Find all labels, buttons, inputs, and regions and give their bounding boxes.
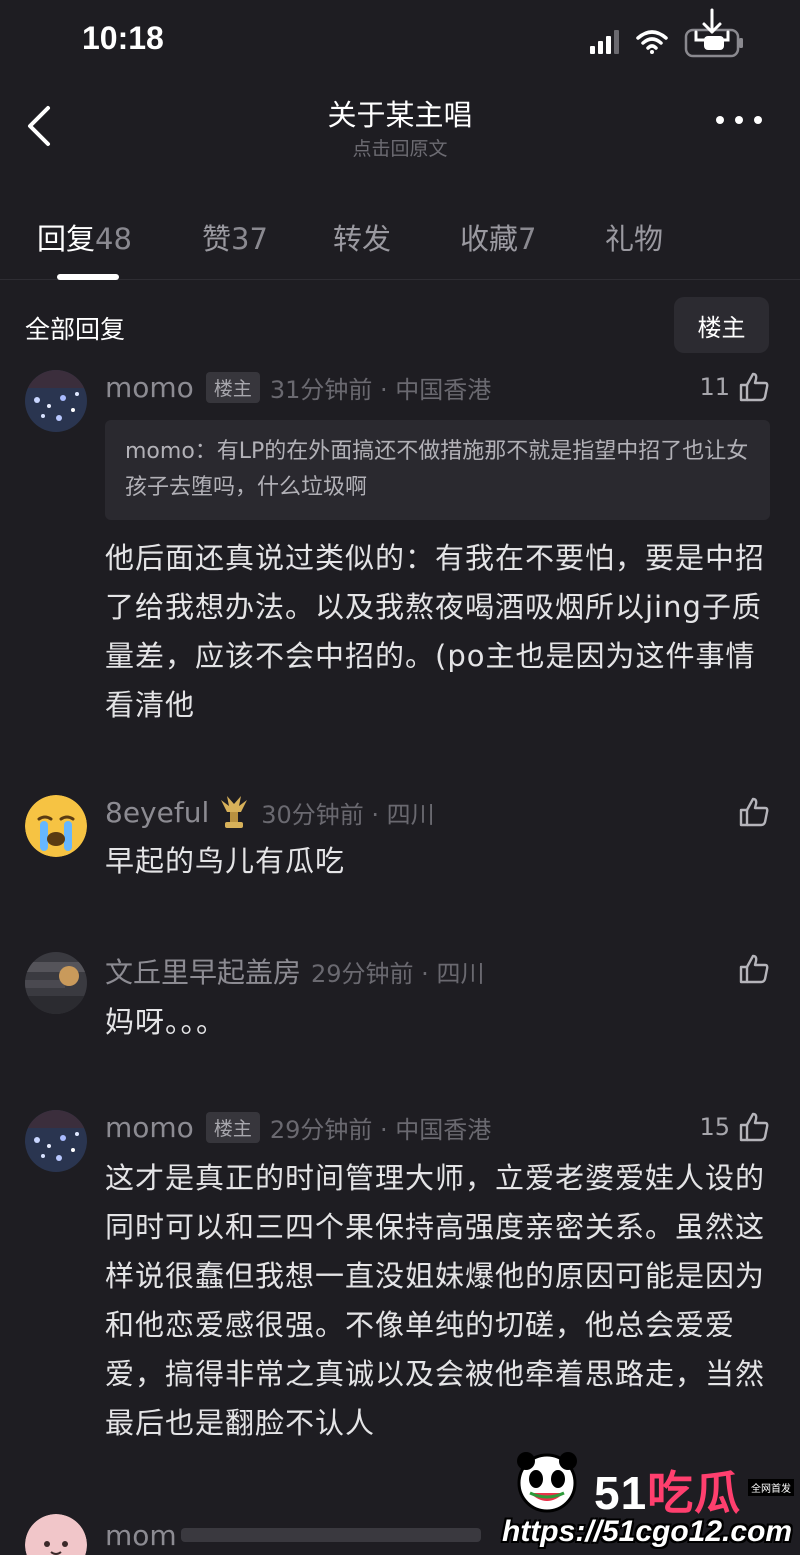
quoted-reply[interactable]: momo：有LP的在外面搞还不做措施那不就是指望中招了也让女孩子去堕吗，什么垃圾… xyxy=(105,420,770,520)
tab-count: 48 xyxy=(95,222,132,256)
comment-author[interactable]: mom xyxy=(105,1519,177,1552)
comment-author[interactable]: 文丘里早起盖房 xyxy=(105,951,301,991)
comment-header: 文丘里早起盖房 29分钟前 · 四川 xyxy=(105,951,485,991)
thumbs-up-icon xyxy=(739,372,769,402)
tab-label: 礼物 xyxy=(605,222,664,256)
avatar-image xyxy=(25,1514,87,1555)
tab-likes[interactable]: 赞37 xyxy=(202,216,268,258)
comment-meta: 29分钟前 · 中国香港 xyxy=(269,1115,492,1144)
back-to-original-link[interactable]: 点击回原文 xyxy=(0,134,800,161)
comment-text: 他后面还真说过类似的：有我在不要怕，要是中招了给我想办法。以及我熬夜喝酒吸烟所以… xyxy=(105,541,766,722)
status-icons xyxy=(590,8,744,58)
status-bar: 10:18 xyxy=(0,0,800,80)
thumbs-up-icon xyxy=(739,954,769,984)
watermark-url: https://51cgo12.com xyxy=(502,1515,793,1548)
like-button[interactable] xyxy=(730,952,770,986)
panda-mascot-icon xyxy=(517,1452,577,1513)
comment-header: momo 楼主 31分钟前 · 中国香港 xyxy=(105,370,491,404)
tab-bar: 回复48 赞37 转发 收藏7 礼物 xyxy=(0,210,800,280)
status-time: 10:18 xyxy=(82,20,164,56)
comment-meta: 30分钟前 · 四川 xyxy=(261,800,435,829)
section-title: 全部回复 xyxy=(25,315,126,344)
tab-count: 7 xyxy=(518,222,537,256)
comment-author[interactable]: momo xyxy=(105,1111,194,1144)
op-only-filter-button[interactable]: 楼主 xyxy=(674,297,769,353)
trophy-badge-icon xyxy=(221,796,248,828)
avatar[interactable] xyxy=(25,952,87,1014)
more-dot-icon xyxy=(735,116,743,124)
tab-reposts[interactable]: 转发 xyxy=(333,216,391,258)
active-tab-indicator xyxy=(57,274,119,280)
comment-header: 8eyeful 30分钟前 · 四川 xyxy=(105,795,435,829)
watermark-logo-text: 吃瓜 xyxy=(647,1467,742,1519)
comment-meta: 29分钟前 · 四川 xyxy=(311,959,485,988)
comment-header: momo 楼主 29分钟前 · 中国香港 xyxy=(105,1110,491,1144)
avatar[interactable] xyxy=(25,1514,87,1555)
blurred-text-icon xyxy=(180,1528,481,1542)
crying-face-icon xyxy=(25,795,87,857)
like-button[interactable]: 15 xyxy=(699,1110,770,1144)
like-button[interactable] xyxy=(730,795,770,829)
avatar-image xyxy=(25,1110,87,1172)
wifi-icon xyxy=(636,30,668,54)
watermark: 51吃瓜 全网首发 https://51cgo12.com xyxy=(494,1452,794,1549)
like-count: 15 xyxy=(699,1113,730,1141)
avatar[interactable] xyxy=(25,370,87,432)
more-dot-icon xyxy=(716,116,724,124)
more-dot-icon xyxy=(754,116,762,124)
tab-gifts[interactable]: 礼物 xyxy=(605,216,663,258)
comment-author[interactable]: momo xyxy=(105,371,194,404)
avatar-image xyxy=(25,370,87,432)
navigation-bar: 关于某主唱 点击回原文 xyxy=(0,80,800,180)
avatar-image xyxy=(25,952,87,1014)
tab-favorites[interactable]: 收藏7 xyxy=(460,216,536,258)
comment-author[interactable]: 8eyeful xyxy=(105,796,209,829)
like-button[interactable]: 11 xyxy=(699,370,770,404)
comment-text: 妈呀。。。 xyxy=(105,1005,227,1039)
watermark-logo-number: 51 xyxy=(594,1467,648,1519)
op-badge: 楼主 xyxy=(205,371,260,403)
comment-text: 早起的鸟儿有瓜吃 xyxy=(105,844,346,878)
like-count: 11 xyxy=(699,373,730,401)
page-title: 关于某主唱 xyxy=(327,98,473,132)
comment-text: 这才是真正的时间管理大师，立爱老婆爱娃人设的同时可以和三四个果保持高强度亲密关系… xyxy=(105,1161,766,1440)
battery-download-icon xyxy=(684,8,743,58)
thumbs-up-icon xyxy=(739,797,769,827)
tab-replies[interactable]: 回复48 xyxy=(37,216,132,258)
tab-count: 37 xyxy=(231,222,268,256)
watermark-tag: 全网首发 xyxy=(748,1479,794,1496)
tab-label: 收藏 xyxy=(460,222,519,256)
comment-meta: 31分钟前 · 中国香港 xyxy=(269,375,492,404)
avatar[interactable] xyxy=(25,795,87,857)
tab-label: 回复 xyxy=(37,222,96,256)
avatar[interactable] xyxy=(25,1110,87,1172)
more-options-button[interactable] xyxy=(716,110,762,130)
tab-label: 赞 xyxy=(202,222,232,256)
comment-header: mom xyxy=(105,1518,481,1552)
cellular-signal-icon xyxy=(590,30,619,54)
thumbs-up-icon xyxy=(739,1112,769,1142)
op-badge: 楼主 xyxy=(205,1111,260,1143)
tab-label: 转发 xyxy=(333,222,392,256)
watermark-logo: 51吃瓜 xyxy=(594,1457,741,1523)
